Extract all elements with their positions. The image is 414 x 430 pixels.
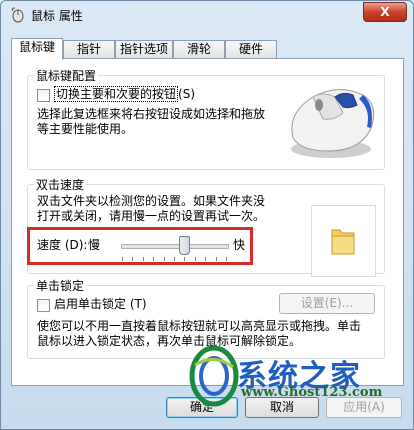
click-lock-description-line2: 鼠标以进入锁定状态，再次单击鼠标可解除锁定。: [37, 334, 302, 348]
group-title-click-lock: 单击锁定: [34, 277, 87, 294]
swap-description-line1: 选择此复选框来将右按钮设成如选择和拖放: [37, 107, 266, 121]
mouse-icon: [11, 7, 24, 23]
apply-button[interactable]: 应用(A): [326, 397, 402, 418]
tab-wheel[interactable]: 滑轮: [173, 40, 225, 58]
mouse-properties-window: 鼠标 属性 X 鼠标键 指针 指针选项 滑轮 硬件 鼠标键配置 切换主要和次要的…: [0, 0, 414, 430]
click-lock-label[interactable]: 启用单击锁定 (T): [54, 297, 147, 312]
tab-pointer-options[interactable]: 指针选项: [115, 40, 173, 58]
tab-pointers[interactable]: 指针: [63, 40, 115, 58]
cancel-button[interactable]: 取消: [245, 397, 319, 418]
double-click-description-line2: 打开或关闭，请用慢一点的设置再试一次。: [37, 209, 266, 223]
group-title-double-click: 双击速度: [34, 176, 87, 193]
swap-buttons-label-wrap: 切换主要和次要的按钮 (S): [54, 86, 195, 102]
tab-buttons[interactable]: 鼠标键: [11, 38, 63, 60]
folder-icon[interactable]: [330, 226, 356, 256]
window-title: 鼠标 属性: [31, 9, 83, 23]
swap-buttons-checkbox[interactable]: [37, 89, 50, 102]
click-lock-description-line1: 使您可以不用一直按着鼠标按钮就可以高亮显示或拖拽。单击: [37, 319, 362, 333]
group-title-button-config: 鼠标键配置: [34, 67, 99, 84]
mouse-illustration-icon: [291, 89, 375, 158]
tab-hardware[interactable]: 硬件: [225, 40, 277, 58]
close-button[interactable]: X: [363, 2, 407, 22]
click-lock-settings-button[interactable]: 设置(E)...: [279, 293, 375, 314]
swap-description-line2: 等主要性能使用。: [37, 122, 134, 136]
double-click-description-line1: 双击文件夹以检测您的设置。如果文件夹没: [37, 194, 266, 208]
watermark-logo-icon: [189, 345, 239, 407]
swap-buttons-label[interactable]: 切换主要和次要的按钮: [54, 86, 179, 102]
title-bar[interactable]: 鼠标 属性 X: [1, 1, 413, 29]
watermark-url: www.Ghost123.com: [241, 385, 383, 400]
speed-highlight-box: [27, 227, 253, 265]
double-click-test-area[interactable]: [311, 205, 376, 277]
click-lock-checkbox[interactable]: [37, 299, 50, 312]
swap-buttons-hotkey: (S): [178, 87, 195, 101]
